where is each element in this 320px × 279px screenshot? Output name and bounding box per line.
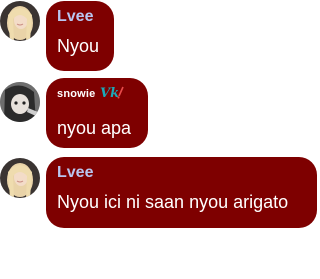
message-bubble: snowie Vk nyou apa: [46, 78, 148, 148]
message-text: Nyou ici ni saan nyou arigato: [57, 192, 289, 212]
message-text: nyou apa: [57, 118, 132, 138]
avatar[interactable]: [0, 1, 40, 41]
author-name[interactable]: Lvee: [57, 163, 306, 183]
message-bubble: Lvee Nyou: [46, 1, 114, 71]
message-text: Nyou: [57, 36, 100, 56]
role-badge-icon: Vk: [99, 84, 127, 105]
avatar[interactable]: [0, 82, 40, 122]
chat-thread: Lvee Nyou snowie Vk nyou apa Lvee Nyou i…: [0, 0, 320, 279]
message-bubble: Lvee Nyou ici ni saan nyou arigato: [46, 157, 317, 228]
svg-text:Vk: Vk: [100, 86, 119, 100]
author-name[interactable]: Lvee: [57, 7, 103, 27]
avatar[interactable]: [0, 158, 40, 198]
author-name[interactable]: snowie: [57, 88, 96, 100]
